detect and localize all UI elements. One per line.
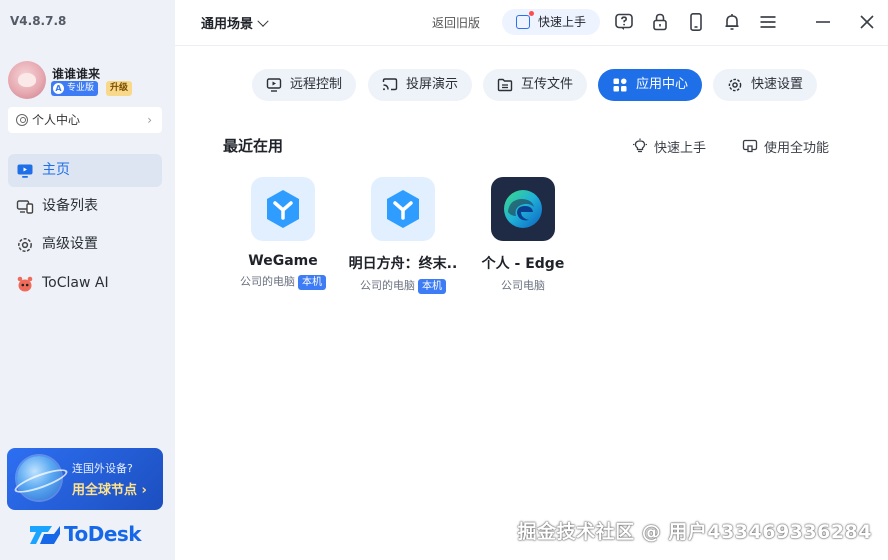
monitor-icon xyxy=(17,164,33,178)
tab-label: 投屏演示 xyxy=(406,77,459,92)
sidebar-item-toclaw-ai[interactable]: ToClaw AI xyxy=(8,267,162,300)
app-version: V4.8.7.8 xyxy=(10,14,67,28)
wegame-icon xyxy=(267,190,299,228)
sidebar-item-label: 主页 xyxy=(42,162,70,178)
devices-icon xyxy=(16,200,34,214)
quickstart-button[interactable]: 快速上手 xyxy=(502,9,600,35)
phone-icon[interactable] xyxy=(686,12,706,32)
app-device: 公司电脑 xyxy=(463,277,583,293)
toclaw-ai-icon xyxy=(17,276,33,292)
quickstart-link-label: 快速上手 xyxy=(654,141,707,156)
all-features-link-label: 使用全功能 xyxy=(764,141,830,156)
sidebar-item-advanced-settings[interactable]: 高级设置 xyxy=(8,228,162,261)
file-transfer-icon xyxy=(497,78,513,92)
personal-center-button[interactable]: 个人中心 › xyxy=(8,107,162,133)
tab-label: 远程控制 xyxy=(290,77,343,92)
app-tile[interactable] xyxy=(251,177,315,241)
chevron-right-icon: › xyxy=(147,113,152,127)
app-name: 明日方舟：终末.. xyxy=(348,256,458,272)
globe-icon xyxy=(17,456,61,500)
chevron-down-icon xyxy=(257,15,269,27)
app-name: WeGame xyxy=(248,253,318,269)
tab-label: 快速设置 xyxy=(751,77,804,92)
plan-badge: A 专业版 xyxy=(51,81,99,96)
bulb-icon xyxy=(633,138,647,153)
scene-select-label: 通用场景 xyxy=(201,17,254,32)
cast-screen-icon xyxy=(382,78,398,91)
username: 谁谁谁来 xyxy=(52,67,101,81)
tab-remote-control[interactable]: 远程控制 xyxy=(252,69,356,101)
return-old-version-link[interactable]: 返回旧版 xyxy=(432,14,480,31)
app-tile[interactable] xyxy=(491,177,555,241)
sidebar-item-label: 高级设置 xyxy=(42,236,98,252)
local-device-tag: 本机 xyxy=(418,279,446,294)
avatar[interactable] xyxy=(8,61,46,99)
tab-app-center[interactable]: 应用中心 xyxy=(598,69,702,101)
app-tile[interactable] xyxy=(371,177,435,241)
tab-label: 应用中心 xyxy=(636,77,689,92)
full-features-icon xyxy=(742,139,758,153)
app-device: 公司的电脑 本机 xyxy=(343,277,463,294)
lock-icon[interactable] xyxy=(650,12,670,32)
close-icon[interactable] xyxy=(857,12,877,32)
sidebar-item-label: ToClaw AI xyxy=(42,275,109,291)
top-bar: 通用场景 返回旧版 快速上手 xyxy=(175,0,888,46)
recent-app-card[interactable]: 明日方舟：终末.. 公司的电脑 本机 xyxy=(343,177,463,294)
sidebar-item-devices[interactable]: 设备列表 xyxy=(8,190,162,223)
app-device-label: 公司的电脑 xyxy=(240,275,295,288)
tab-quick-settings[interactable]: 快速设置 xyxy=(713,69,817,101)
upgrade-button[interactable]: 升级 xyxy=(106,81,133,96)
quickstart-link[interactable]: 快速上手 xyxy=(632,137,706,156)
watermark: 掘金技术社区 @ 用户433469336284 xyxy=(517,521,872,543)
vip-icon: A xyxy=(53,83,64,94)
sidebar: V4.8.7.8 谁谁谁来 A 专业版 升级 个人中心 › 主页 设备列表 高级… xyxy=(0,0,175,560)
bell-icon[interactable] xyxy=(722,12,742,32)
app-device-label: 公司的电脑 xyxy=(360,279,415,292)
tab-label: 互传文件 xyxy=(521,77,574,92)
quickstart-label: 快速上手 xyxy=(538,15,587,29)
app-device: 公司的电脑 本机 xyxy=(223,273,343,290)
recent-app-card[interactable]: WeGame 公司的电脑 本机 xyxy=(223,177,343,290)
recent-section-title: 最近在用 xyxy=(223,137,284,155)
help-icon[interactable] xyxy=(614,12,634,32)
promo-cta[interactable]: 用全球节点 › xyxy=(72,479,147,498)
edge-icon xyxy=(504,190,542,228)
all-features-link[interactable]: 使用全功能 xyxy=(742,137,829,156)
brand-name: ToDesk xyxy=(64,522,142,546)
todesk-logo-icon xyxy=(30,526,60,544)
remote-control-icon xyxy=(266,78,282,92)
tab-screen-cast[interactable]: 投屏演示 xyxy=(368,69,472,101)
gear-icon xyxy=(18,238,32,252)
minimize-icon[interactable] xyxy=(813,12,833,32)
menu-icon[interactable] xyxy=(758,12,778,32)
app-device-label: 公司电脑 xyxy=(501,279,545,292)
user-icon xyxy=(16,114,28,126)
app-center-icon xyxy=(613,78,627,92)
local-device-tag: 本机 xyxy=(298,275,326,290)
recent-app-card[interactable]: 个人 - Edge 公司电脑 xyxy=(463,177,583,293)
wegame-icon xyxy=(387,190,419,228)
sidebar-item-label: 设备列表 xyxy=(42,198,98,214)
tab-file-transfer[interactable]: 互传文件 xyxy=(483,69,587,101)
settings-icon xyxy=(728,78,742,92)
promo-text: 连国外设备? xyxy=(72,462,133,475)
plan-badge-label: 专业版 xyxy=(67,83,95,93)
global-node-promo[interactable]: 连国外设备? 用全球节点 › xyxy=(7,448,163,510)
sidebar-item-home[interactable]: 主页 xyxy=(8,154,162,187)
personal-center-label: 个人中心 xyxy=(32,113,81,127)
app-name: 个人 - Edge xyxy=(481,256,565,272)
scene-select[interactable]: 通用场景 xyxy=(201,13,269,32)
guide-icon xyxy=(516,11,534,29)
